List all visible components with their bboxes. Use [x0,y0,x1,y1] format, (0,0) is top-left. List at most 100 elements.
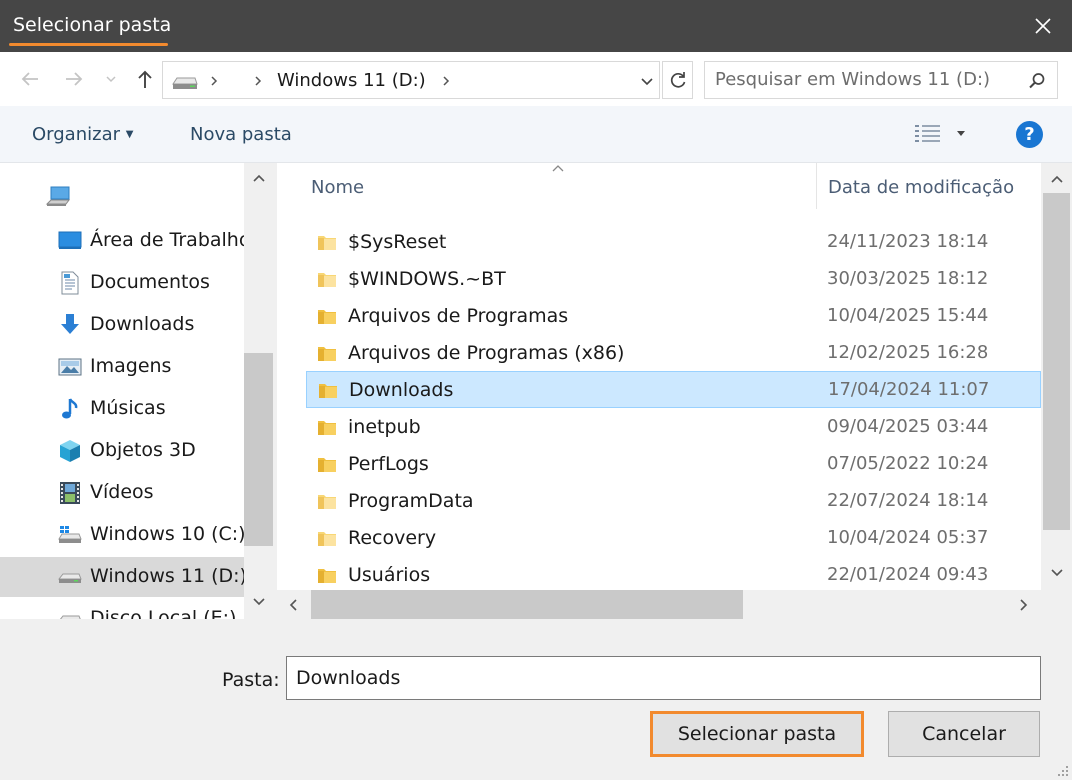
dialog-footer: Pasta: Selecionar pasta Cancelar [0,619,1072,780]
folder-icon [318,495,336,509]
caret-down-icon: ▼ [125,129,134,140]
address-path[interactable]: Windows 11 (D:) [162,61,660,99]
file-date: 24/11/2023 18:14 [827,231,989,252]
file-row[interactable]: PerfLogs 07/05/2022 10:24 [306,446,1041,483]
file-date: 22/07/2024 18:14 [827,490,989,511]
file-date: 10/04/2024 05:37 [827,527,989,548]
this-pc-icon[interactable] [44,185,72,209]
file-row-selected[interactable]: Downloads 17/04/2024 11:07 [306,371,1041,408]
image-icon [58,358,82,376]
forward-button[interactable] [62,67,86,91]
sort-ascending-icon [552,165,564,172]
file-date: 17/04/2024 11:07 [828,379,990,400]
nav-item-label: Documentos [90,271,210,293]
organize-button[interactable]: Organizar ▼ [32,124,133,145]
resize-grip-icon[interactable] [1057,765,1069,777]
nav-scroll-thumb[interactable] [244,353,273,546]
video-icon [60,482,80,504]
nav-item-local-disk-e[interactable]: Disco Local (E:) [0,599,244,619]
file-list-pane: Nome Data de modificação $SysReset 24/11… [277,163,1072,619]
folder-icon [318,310,336,324]
view-options-caret-icon[interactable] [956,130,966,138]
nav-item-desktop[interactable]: Área de Trabalho [0,221,250,261]
nav-item-label: Disco Local (E:) [90,607,237,619]
horizontal-scroll-thumb[interactable] [311,590,743,619]
recent-locations-button[interactable] [100,67,122,91]
window-title: Selecionar pasta [13,14,172,36]
file-name: $WINDOWS.~BT [348,268,506,290]
folder-name-input[interactable] [286,656,1041,700]
folder-icon [318,569,336,583]
new-folder-button[interactable]: Nova pasta [190,124,292,145]
nav-item-videos[interactable]: Vídeos [0,473,244,513]
arrow-right-icon [66,72,83,86]
select-folder-button[interactable]: Selecionar pasta [650,711,864,757]
nav-item-windows-11-drive[interactable]: Windows 11 (D:) [0,557,247,597]
file-row[interactable]: Arquivos de Programas 10/04/2025 15:44 [306,298,1041,335]
horizontal-scrollbar[interactable] [277,590,1041,619]
nav-item-music[interactable]: Músicas [0,389,244,429]
file-row[interactable]: $SysReset 24/11/2023 18:14 [306,224,1041,261]
nav-item-windows-10-drive[interactable]: Windows 10 (C:) [0,515,246,555]
file-date: 30/03/2025 18:12 [827,268,989,289]
nav-item-downloads[interactable]: Downloads [0,305,244,345]
scroll-up-icon[interactable] [1050,174,1064,184]
up-button[interactable] [133,67,157,91]
scroll-right-icon[interactable] [1019,598,1029,612]
chevron-down-icon[interactable] [640,74,654,88]
address-bar: Windows 11 (D:) [0,52,1072,106]
scroll-down-icon[interactable] [252,597,266,607]
search-input[interactable] [715,69,1015,90]
column-header-date[interactable]: Data de modificação [828,177,1014,198]
back-button[interactable] [18,67,42,91]
folder-icon [318,347,336,361]
help-icon[interactable]: ? [1016,121,1043,148]
view-details-icon[interactable] [914,123,942,145]
refresh-icon [670,72,685,88]
nav-item-documents[interactable]: Documentos [0,263,244,303]
file-row[interactable]: ProgramData 22/07/2024 18:14 [306,483,1041,520]
file-name: PerfLogs [348,453,429,475]
scroll-down-icon[interactable] [1050,568,1064,578]
nav-item-label: Área de Trabalho [90,229,251,251]
breadcrumb-current[interactable]: Windows 11 (D:) [277,70,426,91]
file-row[interactable]: inetpub 09/04/2025 03:44 [306,409,1041,446]
organize-label: Organizar [32,124,120,145]
file-row[interactable]: Arquivos de Programas (x86) 12/02/2025 1… [306,335,1041,372]
file-row[interactable]: $WINDOWS.~BT 30/03/2025 18:12 [306,261,1041,298]
search-box[interactable] [704,61,1058,99]
nav-item-pictures[interactable]: Imagens [0,347,244,387]
file-row[interactable]: Recovery 10/04/2024 05:37 [306,520,1041,557]
file-row[interactable]: Usuários 22/01/2024 09:43 [306,557,1041,594]
close-button[interactable] [1014,0,1072,52]
scroll-left-icon[interactable] [288,598,298,612]
windows-drive-icon [58,526,82,543]
vertical-scroll-thumb[interactable] [1043,193,1070,530]
folder-icon [318,236,336,250]
scroll-up-icon[interactable] [252,173,266,183]
download-icon [61,314,79,334]
cancel-button[interactable]: Cancelar [888,711,1040,757]
file-date: 09/04/2025 03:44 [827,416,989,437]
breadcrumb-chevron-icon [255,76,262,86]
folder-field-label: Pasta: [222,669,280,691]
column-header-name[interactable]: Nome [311,177,364,198]
file-name: Downloads [349,379,454,401]
arrow-up-icon [138,70,152,88]
nav-scrollbar[interactable] [244,163,273,619]
file-date: 10/04/2025 15:44 [827,305,989,326]
nav-item-label: Downloads [90,313,195,335]
refresh-button[interactable] [662,61,693,99]
file-date: 12/02/2025 16:28 [827,342,989,363]
nav-item-3d-objects[interactable]: Objetos 3D [0,431,244,471]
scrollbar-corner [1041,590,1072,619]
nav-item-label: Objetos 3D [90,439,196,461]
file-name: Usuários [348,564,431,586]
column-divider[interactable] [816,163,817,209]
vertical-scrollbar[interactable] [1041,163,1072,590]
navigation-pane: Área de Trabalho Documentos Downloads Im… [0,163,273,619]
file-name: Arquivos de Programas (x86) [348,342,625,364]
file-name: Recovery [348,527,437,549]
file-name: $SysReset [348,231,447,253]
folder-icon [318,421,336,435]
